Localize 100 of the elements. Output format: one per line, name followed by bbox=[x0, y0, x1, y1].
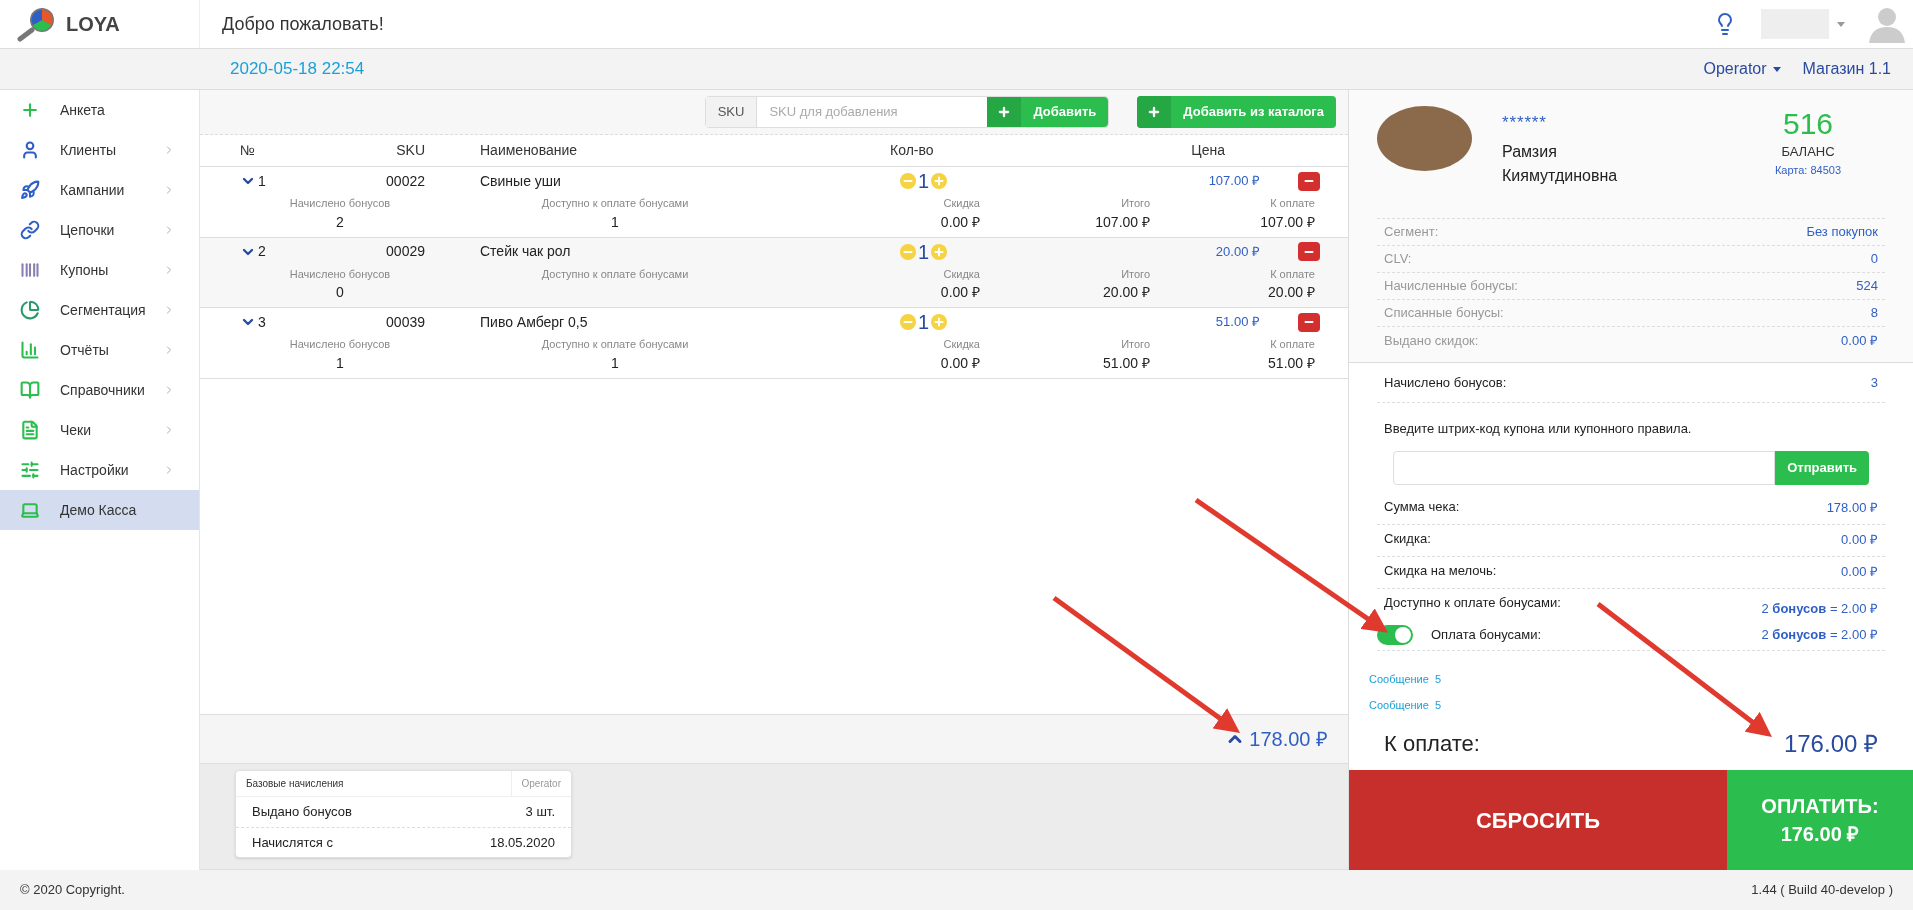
sidebar-item[interactable]: Анкета bbox=[0, 90, 199, 130]
book-icon bbox=[20, 380, 40, 400]
quantity: 1 bbox=[918, 310, 930, 335]
remove-button[interactable] bbox=[1298, 242, 1320, 261]
total-toggle[interactable]: 178.00 ₽ bbox=[1225, 724, 1328, 754]
summary-label: Скидка на мелочь: bbox=[1384, 561, 1497, 580]
detail-label: К оплате bbox=[1270, 196, 1315, 211]
plus-icon bbox=[997, 105, 1012, 119]
sidebar-item[interactable]: Клиенты bbox=[0, 130, 199, 170]
barcode-icon bbox=[20, 260, 40, 280]
column-header: Цена bbox=[1190, 141, 1226, 160]
detail-value: 1 bbox=[611, 353, 619, 373]
detail-label: К оплате bbox=[1270, 337, 1315, 352]
decrease-button[interactable] bbox=[900, 314, 916, 330]
remove-button[interactable] bbox=[1298, 312, 1320, 332]
table-cell-text: 00029 bbox=[385, 242, 425, 261]
store-name: Магазин 1.1 bbox=[1802, 59, 1891, 79]
summary-value: 0.00 ₽ bbox=[1841, 563, 1878, 582]
quantity: 1 bbox=[918, 169, 930, 194]
info-label: Выдано скидок: bbox=[1384, 331, 1479, 350]
plus-icon bbox=[933, 175, 946, 187]
card-value: 18.05.2020 bbox=[489, 833, 555, 852]
detail-value: 0.00 ₽ bbox=[940, 283, 980, 302]
logo-text: LOYA bbox=[66, 12, 120, 37]
price-link[interactable]: 51.00 ₽ bbox=[1000, 312, 1260, 332]
table-cell-text: 00022 bbox=[385, 171, 425, 191]
info-label: Списанные бонусы: bbox=[1384, 304, 1504, 323]
toggle-switch[interactable] bbox=[1377, 625, 1413, 645]
coupon-input-field[interactable] bbox=[1393, 450, 1776, 485]
increase-button[interactable] bbox=[931, 243, 948, 260]
detail-value: 0.00 ₽ bbox=[940, 353, 980, 373]
user-avatar-icon[interactable] bbox=[1869, 5, 1905, 43]
table-cell-text: Стейк чак рол bbox=[480, 242, 572, 261]
to-pay-label: К оплате: bbox=[1384, 730, 1480, 758]
operator-dropdown[interactable]: Operator bbox=[1703, 57, 1781, 81]
masked-id: ****** bbox=[1502, 112, 1548, 134]
detail-label: Скидка bbox=[943, 337, 980, 352]
summary-value: 0.00 ₽ bbox=[1841, 531, 1878, 550]
sidebar-item[interactable]: Цепочки bbox=[0, 210, 199, 250]
detail-value: 2 bbox=[336, 212, 344, 232]
detail-label: Итого bbox=[1121, 266, 1150, 282]
decrease-button[interactable] bbox=[900, 173, 916, 189]
sidebar-item[interactable]: Настройки bbox=[0, 450, 199, 490]
sku-input-field[interactable]: SKU для добавления bbox=[757, 97, 988, 127]
summary-value: 2 бонусов = 2.00 ₽ bbox=[1761, 600, 1878, 618]
detail-value: 1 bbox=[336, 353, 344, 373]
column-header: № bbox=[239, 141, 257, 160]
sidebar-item[interactable]: Отчёты bbox=[0, 330, 199, 370]
card-number: Карта: 84503 bbox=[1774, 162, 1842, 178]
page-title: Добро пожаловать! bbox=[222, 12, 384, 36]
card-label: Выдано бонусов bbox=[252, 803, 352, 822]
increase-button[interactable] bbox=[931, 314, 948, 330]
detail-label: Доступно к оплате бонусами bbox=[541, 337, 689, 352]
card-value: 3 шт. bbox=[525, 803, 555, 822]
table-cell-text: 00039 bbox=[385, 312, 425, 332]
sidebar-item[interactable]: Демо Касса bbox=[0, 490, 199, 530]
table-cell-text: Пиво Амберг 0,5 bbox=[480, 312, 589, 332]
version: 1.44 ( Build 40-develop ) bbox=[1751, 881, 1893, 900]
to-pay-value: 176.00 ₽ bbox=[1783, 728, 1878, 759]
pie-chart-icon bbox=[20, 300, 40, 320]
quantity: 1 bbox=[918, 239, 930, 265]
detail-value: 0 bbox=[336, 283, 344, 302]
copyright: © 2020 Copyright. bbox=[20, 881, 125, 900]
bonus-payment-label: Оплата бонусами: bbox=[1431, 626, 1542, 645]
increase-button[interactable] bbox=[931, 173, 948, 189]
summary-label: Доступно к оплате бонусами: bbox=[1384, 593, 1561, 612]
info-label: Начисленные бонусы: bbox=[1384, 277, 1518, 296]
decrease-button[interactable] bbox=[900, 243, 916, 260]
remove-button[interactable] bbox=[1298, 171, 1320, 191]
info-value: 0.00 ₽ bbox=[1841, 331, 1878, 350]
detail-label: К оплате bbox=[1270, 266, 1315, 282]
coupon-prompt: Введите штрих-код купона или купонного правила. bbox=[1384, 420, 1693, 438]
sidebar-item[interactable]: Чеки bbox=[0, 410, 199, 450]
sidebar-item[interactable]: Кампании bbox=[0, 170, 199, 210]
reset-button[interactable]: СБРОСИТЬ bbox=[1349, 770, 1727, 870]
rocket-icon bbox=[20, 180, 40, 200]
price-link[interactable]: 107.00 ₽ bbox=[1000, 171, 1260, 191]
detail-label: Доступно к оплате бонусами bbox=[541, 266, 689, 282]
caret-icon bbox=[1837, 21, 1845, 27]
info-value: 524 bbox=[1856, 277, 1878, 296]
detail-label: Скидка bbox=[943, 196, 980, 211]
customer-name: Рамзия Киямутдиновна bbox=[1502, 141, 1619, 186]
bar-chart-icon bbox=[20, 340, 40, 360]
detail-value: 0.00 ₽ bbox=[940, 212, 980, 232]
sku-input-group[interactable]: SKU SKU для добавления Добавить bbox=[704, 96, 1110, 128]
sidebar-item[interactable]: Сегментация bbox=[0, 290, 199, 330]
detail-value: 20.00 ₽ bbox=[1103, 283, 1150, 302]
balance-value: 516 bbox=[1782, 106, 1834, 142]
detail-value: 107.00 ₽ bbox=[1260, 212, 1315, 232]
detail-label: Скидка bbox=[943, 266, 980, 282]
detail-value: 20.00 ₽ bbox=[1268, 283, 1315, 302]
plus-icon bbox=[933, 316, 946, 328]
detail-label: Начислено бонусов bbox=[289, 196, 391, 211]
price-link[interactable]: 20.00 ₽ bbox=[1000, 241, 1260, 262]
detail-label: Начислено бонусов bbox=[289, 266, 391, 282]
sidebar-item[interactable]: Справочники bbox=[0, 370, 199, 410]
detail-label: Начислено бонусов bbox=[289, 337, 391, 352]
user-icon bbox=[20, 140, 40, 160]
sidebar-item[interactable]: Купоны bbox=[0, 250, 199, 290]
detail-value: 107.00 ₽ bbox=[1095, 212, 1150, 232]
